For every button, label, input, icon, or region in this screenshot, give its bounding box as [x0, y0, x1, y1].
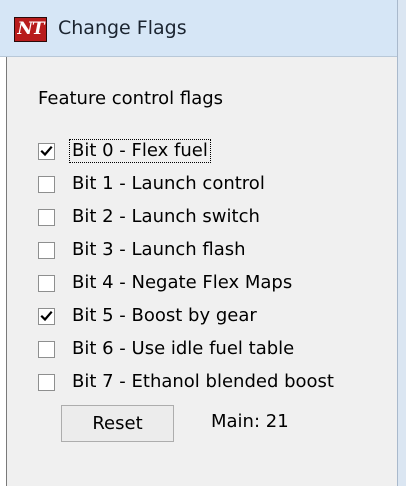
flag-label: Bit 3 - Launch flash: [72, 239, 246, 260]
window-frame-left: [0, 57, 7, 486]
window-frame-right: [397, 0, 406, 486]
flag-checkbox-bit-4[interactable]: Bit 4 - Negate Flex Maps: [38, 271, 294, 295]
flag-checkbox-bit-2[interactable]: Bit 2 - Launch switch: [38, 205, 262, 229]
main-value-readout: Main: 21: [211, 411, 289, 432]
title-bar[interactable]: NT Change Flags: [0, 0, 406, 57]
checkbox-unchecked-icon[interactable]: [38, 340, 55, 358]
checkbox-unchecked-icon[interactable]: [38, 175, 55, 193]
window-frame-outer: [406, 0, 414, 486]
flag-checkbox-bit-6[interactable]: Bit 6 - Use idle fuel table: [38, 337, 296, 361]
flag-checkbox-bit-3[interactable]: Bit 3 - Launch flash: [38, 238, 248, 262]
reset-button[interactable]: Reset: [61, 405, 174, 442]
flag-label: Bit 1 - Launch control: [72, 173, 265, 194]
checkbox-unchecked-icon[interactable]: [38, 373, 55, 391]
flag-label: Bit 7 - Ethanol blended boost: [72, 371, 334, 392]
flag-label: Bit 2 - Launch switch: [72, 206, 260, 227]
checkbox-checked-icon[interactable]: [38, 307, 55, 325]
flag-label: Bit 4 - Negate Flex Maps: [72, 272, 293, 293]
checkbox-checked-icon[interactable]: [38, 142, 55, 160]
flag-label: Bit 0 - Flex fuel: [69, 139, 211, 163]
checkbox-unchecked-icon[interactable]: [38, 274, 55, 292]
change-flags-window: NT Change Flags Feature control flags Bi…: [0, 0, 414, 486]
flag-checkbox-bit-0[interactable]: Bit 0 - Flex fuel: [38, 139, 211, 163]
flag-label: Bit 6 - Use idle fuel table: [72, 338, 295, 359]
flag-label: Bit 5 - Boost by gear: [72, 305, 257, 326]
flag-checkbox-bit-1[interactable]: Bit 1 - Launch control: [38, 172, 267, 196]
flag-checkbox-bit-7[interactable]: Bit 7 - Ethanol blended boost: [38, 370, 336, 394]
flag-checkbox-bit-5[interactable]: Bit 5 - Boost by gear: [38, 304, 259, 328]
checkbox-unchecked-icon[interactable]: [38, 241, 55, 259]
checkbox-unchecked-icon[interactable]: [38, 208, 55, 226]
app-logo-icon: NT: [14, 17, 47, 42]
group-heading: Feature control flags: [38, 88, 224, 109]
window-title: Change Flags: [58, 17, 187, 39]
